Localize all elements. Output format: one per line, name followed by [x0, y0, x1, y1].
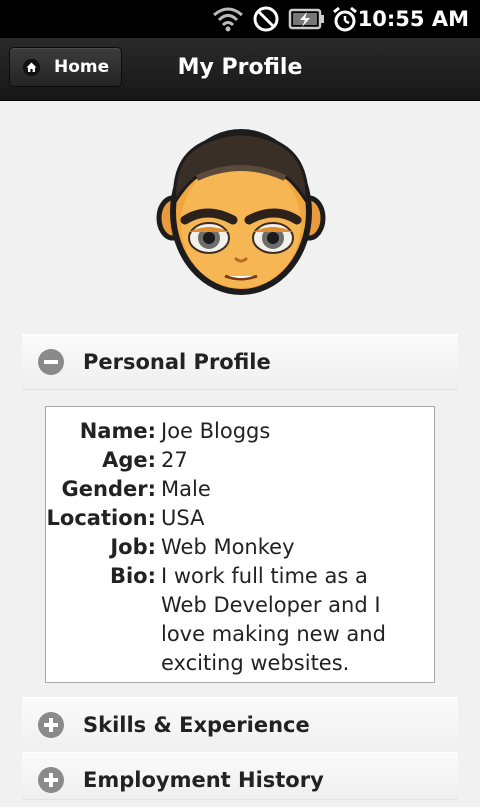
- bio-value: I work full time as a Web Developer and …: [161, 564, 386, 675]
- table-row: Bio: I work full time as a Web Developer…: [46, 562, 411, 678]
- personal-profile-header[interactable]: Personal Profile: [22, 334, 458, 390]
- name-value: Joe Bloggs: [161, 419, 271, 443]
- home-button[interactable]: Home: [9, 47, 122, 87]
- avatar: [156, 129, 326, 295]
- gender-value: Male: [161, 477, 211, 501]
- age-label: Age:: [102, 448, 156, 472]
- expand-plus-icon: [38, 767, 64, 793]
- employment-history-header[interactable]: Employment History: [22, 752, 458, 800]
- location-label: Location:: [46, 506, 156, 530]
- skills-experience-title: Skills & Experience: [83, 713, 310, 737]
- location-value: USA: [161, 506, 205, 530]
- wifi-icon: [213, 7, 243, 32]
- personal-profile-title: Personal Profile: [83, 350, 271, 374]
- job-label: Job:: [110, 535, 156, 559]
- home-button-label: Home: [54, 57, 110, 77]
- profile-details-table: Name: Joe Bloggs Age: 27 Gender: Male Lo…: [46, 417, 411, 678]
- no-signal-icon: [253, 6, 279, 32]
- personal-profile-content: Name: Joe Bloggs Age: 27 Gender: Male Lo…: [45, 406, 435, 683]
- skills-experience-header[interactable]: Skills & Experience: [22, 697, 458, 753]
- battery-charging-icon: [288, 8, 324, 30]
- alarm-icon: [333, 6, 357, 32]
- employment-history-title: Employment History: [83, 768, 324, 792]
- bio-label: Bio:: [109, 564, 156, 588]
- table-row: Gender: Male: [46, 475, 411, 504]
- status-bar: 10:55 AM: [0, 0, 480, 38]
- table-row: Job: Web Monkey: [46, 533, 411, 562]
- home-icon: [23, 59, 40, 76]
- collapse-minus-icon: [38, 349, 64, 375]
- header-bar: My Profile Home: [0, 38, 480, 101]
- gender-label: Gender:: [61, 477, 156, 501]
- expand-plus-icon: [38, 712, 64, 738]
- job-value: Web Monkey: [161, 535, 295, 559]
- status-time: 10:55 AM: [357, 7, 469, 31]
- table-row: Name: Joe Bloggs: [46, 417, 411, 446]
- name-label: Name:: [79, 419, 156, 443]
- table-row: Location: USA: [46, 504, 411, 533]
- age-value: 27: [161, 448, 188, 472]
- table-row: Age: 27: [46, 446, 411, 475]
